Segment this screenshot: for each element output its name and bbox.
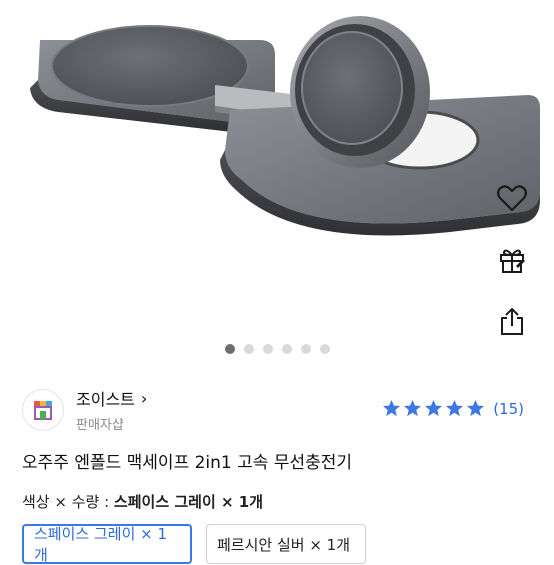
- pagination-dot[interactable]: [243, 344, 254, 354]
- seller-name: 조이스트: [76, 390, 135, 409]
- wishlist-button[interactable]: [492, 178, 532, 218]
- share-icon: [501, 308, 523, 335]
- option-chip-label: 페르시안 실버 × 1개: [217, 535, 351, 554]
- star-icon: [383, 399, 401, 417]
- side-action-bar: [488, 178, 536, 342]
- seller-avatar[interactable]: [22, 388, 64, 431]
- pagination-dot[interactable]: [224, 344, 235, 354]
- rating[interactable]: (15): [382, 399, 524, 418]
- star-icon: [404, 399, 422, 417]
- seller-row[interactable]: 조이스트 › 판매자샵: [22, 386, 147, 433]
- option-chip-label: 스페이스 그레이 × 1개: [34, 525, 168, 564]
- gallery-pagination: [0, 344, 554, 354]
- option-label: 색상 × 수량 : 스페이스 그레이 × 1개: [22, 491, 263, 512]
- product-image[interactable]: [0, 0, 554, 340]
- option-chip-persian-silver[interactable]: 페르시안 실버 × 1개: [206, 524, 366, 564]
- gift-button[interactable]: [492, 240, 532, 280]
- star-icon: [467, 399, 485, 417]
- shop-icon: [34, 400, 52, 420]
- seller-subtitle: 판매자샵: [76, 418, 124, 433]
- option-label-prefix: 색상 × 수량 :: [22, 493, 110, 511]
- chevron-right-icon: ›: [140, 388, 148, 408]
- pagination-dot[interactable]: [281, 344, 292, 354]
- pagination-dot[interactable]: [262, 344, 273, 354]
- pagination-dot[interactable]: [319, 344, 330, 354]
- gift-icon: [500, 249, 525, 273]
- charger-illustration: [30, 16, 540, 236]
- seller-name-link[interactable]: 조이스트 ›: [76, 386, 147, 410]
- option-chip-space-gray[interactable]: 스페이스 그레이 × 1개: [22, 524, 192, 564]
- share-button[interactable]: [492, 302, 532, 342]
- pagination-dot[interactable]: [300, 344, 311, 354]
- star-icon: [446, 399, 464, 417]
- review-count[interactable]: (15): [493, 400, 524, 418]
- heart-icon: [497, 185, 527, 212]
- product-title: 오주주 엔폴드 맥세이프 2in1 고속 무선충전기: [22, 453, 353, 473]
- star-icon: [425, 399, 443, 417]
- option-selected-value: 스페이스 그레이 × 1개: [113, 493, 263, 511]
